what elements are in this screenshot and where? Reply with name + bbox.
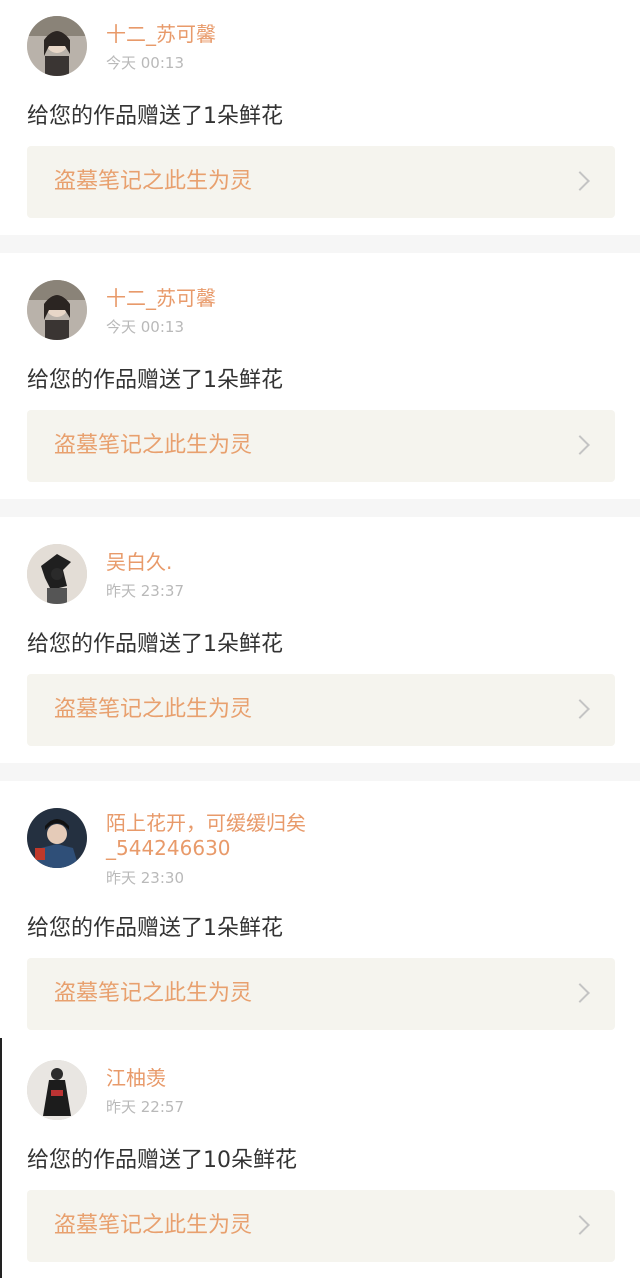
notification-card: 江柚羡 昨天 22:57 给您的作品赠送了10朵鲜花 盗墓笔记之此生为灵: [0, 1046, 640, 1278]
separator: [0, 235, 640, 253]
work-link[interactable]: 盗墓笔记之此生为灵: [27, 410, 615, 482]
avatar[interactable]: [27, 544, 87, 604]
message-text: 给您的作品赠送了1朵鲜花: [27, 104, 283, 129]
notification-card: 陌上花开，可缓缓归矣 _544246630 昨天 23:30 给您的作品赠送了1…: [0, 781, 640, 1046]
avatar-boy-icon: [27, 808, 87, 868]
username[interactable]: 十二_苏可馨: [106, 22, 506, 47]
work-link[interactable]: 盗墓笔记之此生为灵: [27, 146, 615, 218]
timestamp: 昨天 23:37: [106, 582, 184, 600]
chevron-right-icon: [570, 1215, 590, 1235]
timestamp: 今天 00:13: [106, 318, 184, 336]
message-text: 给您的作品赠送了1朵鲜花: [27, 368, 283, 393]
message-text: 给您的作品赠送了10朵鲜花: [27, 1148, 297, 1173]
username[interactable]: 吴白久.: [106, 550, 506, 575]
avatar[interactable]: [27, 280, 87, 340]
avatar-girl-icon: [27, 16, 87, 76]
avatar[interactable]: [27, 808, 87, 868]
work-link[interactable]: 盗墓笔记之此生为灵: [27, 1190, 615, 1262]
work-link[interactable]: 盗墓笔记之此生为灵: [27, 958, 615, 1030]
chevron-right-icon: [570, 435, 590, 455]
avatar-person-icon: [27, 1060, 87, 1120]
notification-card: 十二_苏可馨 今天 00:13 给您的作品赠送了1朵鲜花 盗墓笔记之此生为灵: [0, 0, 640, 235]
timestamp: 昨天 23:30: [106, 869, 184, 887]
notification-card: 十二_苏可馨 今天 00:13 给您的作品赠送了1朵鲜花 盗墓笔记之此生为灵: [0, 253, 640, 499]
notification-card: 吴白久. 昨天 23:37 给您的作品赠送了1朵鲜花 盗墓笔记之此生为灵: [0, 517, 640, 763]
separator: [0, 763, 640, 781]
avatar[interactable]: [27, 16, 87, 76]
work-title: 盗墓笔记之此生为灵: [54, 1213, 253, 1238]
chevron-right-icon: [570, 983, 590, 1003]
avatar-girl-icon: [27, 280, 87, 340]
work-link[interactable]: 盗墓笔记之此生为灵: [27, 674, 615, 746]
username[interactable]: 陌上花开，可缓缓归矣 _544246630: [106, 811, 506, 861]
username[interactable]: 十二_苏可馨: [106, 286, 506, 311]
message-text: 给您的作品赠送了1朵鲜花: [27, 632, 283, 657]
username[interactable]: 江柚羡: [106, 1066, 506, 1091]
chevron-right-icon: [570, 171, 590, 191]
timestamp: 今天 00:13: [106, 54, 184, 72]
avatar-silhouette-icon: [27, 544, 87, 604]
work-title: 盗墓笔记之此生为灵: [54, 697, 253, 722]
avatar[interactable]: [27, 1060, 87, 1120]
work-title: 盗墓笔记之此生为灵: [54, 169, 253, 194]
chevron-right-icon: [570, 699, 590, 719]
work-title: 盗墓笔记之此生为灵: [54, 981, 253, 1006]
left-edge-line: [0, 1038, 2, 1278]
separator: [0, 499, 640, 517]
work-title: 盗墓笔记之此生为灵: [54, 433, 253, 458]
timestamp: 昨天 22:57: [106, 1098, 184, 1116]
message-text: 给您的作品赠送了1朵鲜花: [27, 916, 283, 941]
